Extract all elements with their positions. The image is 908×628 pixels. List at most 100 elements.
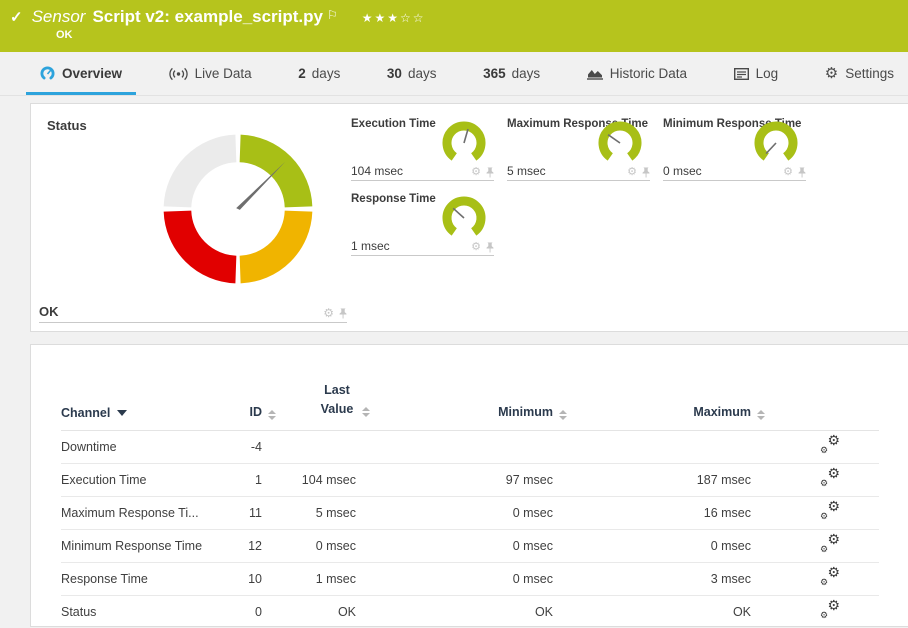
channel-settings-icon[interactable]: ⚙⚙ bbox=[820, 602, 840, 618]
page-title: Script v2: example_script.py bbox=[92, 6, 323, 28]
cell-last-value: 5 msec bbox=[276, 496, 370, 529]
gear-icon: ⚙ bbox=[825, 66, 838, 81]
channel-settings-icon[interactable]: ⚙⚙ bbox=[820, 470, 840, 486]
mini-gauge-grid: Execution Time 104 msec ⚙ Maximum Respon… bbox=[351, 104, 806, 331]
tab-label: days bbox=[408, 66, 437, 81]
flag-icon[interactable]: ⚐ bbox=[327, 4, 338, 26]
status-gauge-title: Status bbox=[47, 118, 87, 133]
sensor-banner: ✓ Sensor Script v2: example_script.py ⚐ … bbox=[0, 0, 908, 52]
live-icon bbox=[169, 67, 188, 81]
gauge-response-time: Response Time 1 msec ⚙ bbox=[351, 193, 494, 256]
gear-icon[interactable]: ⚙ bbox=[627, 167, 637, 178]
column-header-maximum[interactable]: Maximum bbox=[567, 381, 765, 430]
cell-last-value bbox=[276, 430, 370, 463]
channel-table: Channel ID Last Value Minimum Maximum Do… bbox=[61, 381, 879, 628]
priority-stars[interactable]: ★★★☆☆ bbox=[362, 7, 426, 29]
sort-icon[interactable] bbox=[559, 410, 567, 420]
gear-icon[interactable]: ⚙ bbox=[471, 242, 481, 253]
channel-settings-icon[interactable]: ⚙⚙ bbox=[820, 569, 840, 585]
table-row-status: Status 0 OK OK OK ⚙⚙ bbox=[61, 595, 879, 628]
status-gauge-value: OK bbox=[39, 304, 59, 319]
tab-settings[interactable]: ⚙ Settings bbox=[811, 52, 908, 95]
cell-maximum: 0 msec bbox=[567, 529, 765, 562]
gauge-value: 5 msec bbox=[507, 164, 546, 178]
tab-30-days[interactable]: 30 days bbox=[373, 52, 451, 95]
gauge-value: 104 msec bbox=[351, 164, 403, 178]
cell-id: 10 bbox=[236, 562, 276, 595]
cell-channel: Response Time bbox=[61, 562, 236, 595]
status-gauge-dial bbox=[153, 124, 323, 294]
pin-icon[interactable] bbox=[486, 242, 494, 253]
gauge-minimum-response-time: Minimum Response Time 0 msec ⚙ bbox=[663, 118, 806, 181]
log-icon bbox=[734, 68, 749, 80]
sort-icon[interactable] bbox=[268, 410, 276, 420]
cell-channel: Execution Time bbox=[61, 463, 236, 496]
gauge-dial bbox=[594, 115, 646, 165]
tab-overview[interactable]: Overview bbox=[26, 52, 136, 95]
cell-minimum: 0 msec bbox=[370, 529, 567, 562]
cell-channel: Status bbox=[61, 595, 236, 628]
table-row-minimum-response-time: Minimum Response Time 12 0 msec 0 msec 0… bbox=[61, 529, 879, 562]
tab-number: 30 bbox=[387, 66, 402, 81]
gear-icon[interactable]: ⚙ bbox=[783, 167, 793, 178]
column-header-last-value[interactable]: Last Value bbox=[276, 381, 370, 430]
cell-minimum: OK bbox=[370, 595, 567, 628]
channel-settings-icon[interactable]: ⚙⚙ bbox=[820, 503, 840, 519]
cell-minimum: 0 msec bbox=[370, 496, 567, 529]
gear-icon[interactable]: ⚙ bbox=[471, 167, 481, 178]
channel-table-panel: Channel ID Last Value Minimum Maximum Do… bbox=[30, 344, 908, 627]
cell-maximum bbox=[567, 430, 765, 463]
gauge-dial bbox=[438, 190, 490, 240]
cell-last-value: OK bbox=[276, 595, 370, 628]
gear-icon[interactable]: ⚙ bbox=[323, 307, 334, 319]
tab-label: days bbox=[312, 66, 341, 81]
column-header-channel[interactable]: Channel bbox=[61, 381, 236, 430]
cell-minimum: 97 msec bbox=[370, 463, 567, 496]
cell-id: 1 bbox=[236, 463, 276, 496]
cell-maximum: 3 msec bbox=[567, 562, 765, 595]
tab-365-days[interactable]: 365days bbox=[469, 52, 554, 95]
cell-maximum: 187 msec bbox=[567, 463, 765, 496]
cell-id: 11 bbox=[236, 496, 276, 529]
tab-historic-data[interactable]: Historic Data bbox=[573, 52, 701, 95]
channel-settings-icon[interactable]: ⚙⚙ bbox=[820, 536, 840, 552]
pin-icon[interactable] bbox=[642, 167, 650, 178]
tab-log[interactable]: Log bbox=[720, 52, 793, 95]
tab-2-days[interactable]: 2 days bbox=[284, 52, 354, 95]
column-header-id[interactable]: ID bbox=[236, 381, 276, 430]
gauge-value: 1 msec bbox=[351, 239, 390, 253]
gauge-dial bbox=[438, 115, 490, 165]
cell-minimum: 0 msec bbox=[370, 562, 567, 595]
tab-label: Log bbox=[756, 66, 779, 81]
status-check-icon: ✓ bbox=[10, 7, 23, 29]
sort-desc-icon[interactable] bbox=[117, 410, 127, 416]
tab-live-data[interactable]: Live Data bbox=[155, 52, 266, 95]
tab-label: Live Data bbox=[195, 66, 252, 81]
status-gauge-cell: Status OK ⚙ bbox=[31, 104, 349, 331]
tab-number: 2 bbox=[298, 66, 306, 81]
channel-settings-icon[interactable]: ⚙⚙ bbox=[820, 437, 840, 453]
gauge-dial bbox=[750, 115, 802, 165]
table-row-downtime: Downtime -4 ⚙⚙ bbox=[61, 430, 879, 463]
gauge-execution-time: Execution Time 104 msec ⚙ bbox=[351, 118, 494, 181]
tab-label: Settings bbox=[845, 66, 894, 81]
channel-table-body: Downtime -4 ⚙⚙ Execution Time 1 104 msec… bbox=[61, 430, 879, 628]
gauge-maximum-response-time: Maximum Response Time 5 msec ⚙ bbox=[507, 118, 650, 181]
pin-icon[interactable] bbox=[486, 167, 494, 178]
cell-channel: Maximum Response Ti... bbox=[61, 496, 236, 529]
pin-icon[interactable] bbox=[798, 167, 806, 178]
cell-last-value: 1 msec bbox=[276, 562, 370, 595]
pin-icon[interactable] bbox=[339, 308, 347, 319]
cell-channel: Minimum Response Time bbox=[61, 529, 236, 562]
column-header-minimum[interactable]: Minimum bbox=[370, 381, 567, 430]
tab-label: Overview bbox=[62, 66, 122, 81]
sensor-kind-label: Sensor bbox=[32, 6, 86, 28]
cell-last-value: 0 msec bbox=[276, 529, 370, 562]
tab-label: Historic Data bbox=[610, 66, 687, 81]
sort-icon[interactable] bbox=[362, 407, 370, 417]
cell-id: -4 bbox=[236, 430, 276, 463]
cell-id: 12 bbox=[236, 529, 276, 562]
table-row-maximum-response-ti: Maximum Response Ti... 11 5 msec 0 msec … bbox=[61, 496, 879, 529]
sort-icon[interactable] bbox=[757, 410, 765, 420]
table-row-execution-time: Execution Time 1 104 msec 97 msec 187 ms… bbox=[61, 463, 879, 496]
